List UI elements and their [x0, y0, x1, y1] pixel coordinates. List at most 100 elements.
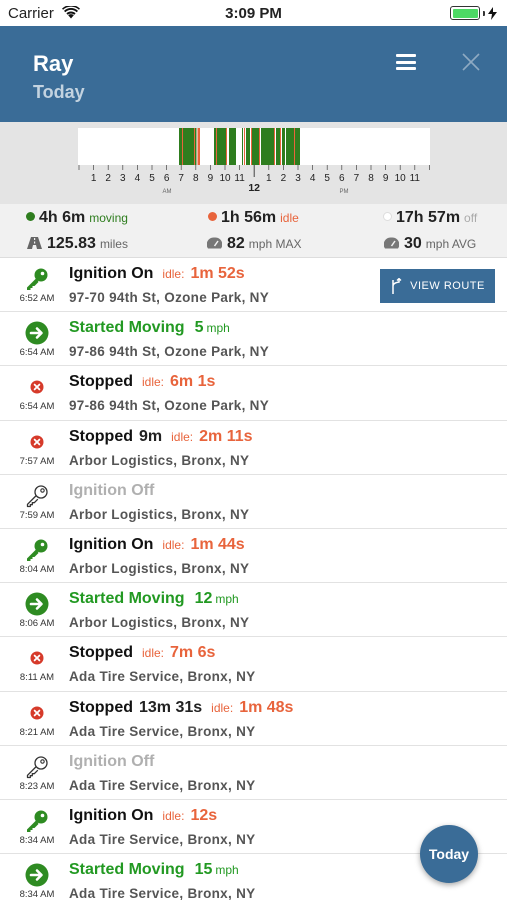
key-green-icon [25, 538, 49, 562]
event-title-line: Ignition On idle: 1m 44s [69, 536, 245, 554]
event-address: Ada Tire Service, Bronx, NY [69, 723, 256, 739]
event-address: Ada Tire Service, Bronx, NY [69, 831, 256, 847]
hour-label: 8 [368, 173, 374, 184]
event-title: Stopped [69, 698, 133, 716]
event-row-stopped[interactable]: 7:57 AM Stopped 9m idle: 2m 11s Arbor Logisti… [0, 420, 507, 475]
timeline-segment-idle [280, 128, 281, 165]
idle-duration: 6m 1s [170, 373, 216, 391]
arrow-right-circle-icon [25, 592, 49, 616]
event-address: Ada Tire Service, Bronx, NY [69, 777, 256, 793]
max-speed-value: 82 [227, 235, 245, 252]
avg-speed-stat: 30 mph AVG [384, 235, 476, 253]
hour-label: 2 [105, 173, 111, 184]
timeline-segment-moving [195, 128, 197, 165]
idle-dot-icon [208, 212, 217, 221]
key-green-icon [25, 809, 49, 833]
event-title-line: Ignition Off [69, 753, 154, 771]
road-icon [27, 237, 42, 249]
timeline-chart: 1 2 3 4 5 6 7 8 9 10 11121 2 3 4 5 6 7 8 9 10 11 AM PM [78, 128, 430, 195]
stop-x-icon [25, 646, 49, 670]
timeline-segment-idle [182, 128, 183, 165]
event-row-stopped[interactable]: 6:54 AM Stopped idle: 6m 1s 97-86 94th St, O… [0, 366, 507, 421]
event-address: 97-70 94th St, Ozone Park, NY [69, 290, 270, 305]
speed-unit: mph [215, 592, 239, 607]
avg-speed-unit: mph AVG [425, 237, 477, 251]
event-title-line: Ignition On idle: 1m 52s [69, 265, 245, 283]
hour-label: 7 [354, 173, 360, 184]
hour-label: 5 [324, 173, 330, 184]
idle-label: idle: [162, 808, 185, 823]
close-icon[interactable] [460, 51, 482, 73]
event-row-ignition-on[interactable]: 8:04 AM Ignition On idle: 1m 44s Arbor Logis… [0, 528, 507, 584]
event-time: 8:34 AM [19, 834, 55, 846]
event-time: 8:21 AM [19, 726, 55, 738]
timeline-segment-moving [246, 128, 250, 165]
idle-label: idle [280, 211, 299, 225]
distance-stat: 125.83 miles [27, 235, 128, 253]
activity-timeline: 1 2 3 4 5 6 7 8 9 10 11 12 1 2 3 4 5 6 7 8 9 10 11 AM PM [0, 122, 507, 204]
timeline-segment-idle [274, 128, 275, 165]
idle-duration: 1m 52s [190, 265, 245, 282]
event-address: Arbor Logistics, Bronx, NY [69, 560, 250, 576]
timeline-segment-idle [244, 128, 245, 165]
event-title: Stopped [69, 373, 133, 391]
event-title-line: Started Moving 15 mph [69, 861, 239, 879]
timeline-segment-moving [282, 128, 285, 165]
event-title-line: Stopped idle: 7m 6s [69, 644, 215, 662]
off-dot-icon [383, 212, 392, 221]
event-address: Ada Tire Service, Bronx, NY [69, 669, 256, 685]
idle-label: idle: [162, 267, 185, 281]
distance-unit: miles [99, 237, 128, 251]
idle-label: idle: [142, 375, 165, 390]
speed-unit: mph [206, 321, 230, 336]
key-outline-icon [25, 484, 49, 508]
stop-x-icon [25, 701, 49, 725]
distance-value: 125.83 [47, 235, 96, 252]
driver-name: Ray [33, 51, 74, 76]
event-time: 8:11 AM [19, 672, 55, 684]
speedometer-icon [207, 237, 222, 249]
hour-label: 4 [310, 173, 316, 184]
hour-label: 5 [149, 173, 155, 184]
timeline-segment-idle [194, 128, 195, 165]
avg-speed-value: 30 [404, 235, 422, 252]
daily-stats: 4h 6m moving 1h 56m idle 17h 57m off 125… [0, 204, 507, 258]
stop-x-icon [25, 430, 49, 454]
off-label: off [464, 211, 478, 225]
event-row-ignition-off[interactable]: 7:59 AM Ignition Off Arbor Logistics, Bron… [0, 474, 507, 529]
hour-label: 1 [91, 173, 97, 184]
pm-label: PM [340, 189, 349, 195]
event-row-stopped[interactable]: 8:11 AM Stopped idle: 7m 6s Ada Tire Service… [0, 637, 507, 692]
view-route-button[interactable]: VIEW ROUTE [380, 269, 495, 303]
timeline-segment-moving [252, 128, 259, 165]
event-row-ignition-on[interactable]: 6:52 AM Ignition On idle: 1m 52s 97-70 94th … [0, 258, 507, 313]
key-green-icon [25, 267, 49, 291]
event-time: 7:57 AM [19, 455, 55, 467]
event-row-started-moving[interactable]: 6:54 AM Started Moving 5 mph 97-86 94th St, … [0, 312, 507, 367]
timeline-segment-moving [276, 128, 280, 165]
hour-label: 11 [234, 173, 245, 184]
off-stat: 17h 57m off [383, 209, 477, 227]
arrow-right-circle-icon [25, 321, 49, 345]
hour-label: 3 [120, 173, 126, 184]
event-row-stopped[interactable]: 8:21 AM Stopped 13m 31s idle: 1m 48s Ada Tire… [0, 691, 507, 746]
event-time: 7:59 AM [19, 509, 55, 521]
stop-x-icon [25, 375, 49, 399]
idle-label: idle: [171, 429, 194, 444]
event-time: 6:52 AM [19, 293, 55, 304]
hamburger-menu-icon[interactable] [396, 54, 416, 70]
event-title-line: Stopped 13m 31s idle: 1m 48s [69, 699, 293, 717]
event-address: Arbor Logistics, Bronx, NY [69, 452, 250, 468]
stop-duration: 9m [139, 427, 163, 445]
event-row-started-moving[interactable]: 8:06 AM Started Moving 12 mph Arbor Logistic… [0, 583, 507, 638]
event-title: Stopped [69, 644, 133, 662]
timeline-segment-idle [294, 128, 295, 165]
event-title: Ignition On [69, 535, 154, 553]
today-button[interactable]: Today [420, 825, 478, 883]
event-row-ignition-off[interactable]: 8:23 AM Ignition Off Ada Tire Service, Bro… [0, 745, 507, 800]
arrow-right-circle-icon [25, 863, 49, 887]
clock: 3:09 PM [225, 5, 282, 22]
idle-duration: 12s [190, 806, 218, 824]
timeline-segment-moving [242, 128, 243, 165]
event-time: 6:54 AM [19, 347, 55, 359]
